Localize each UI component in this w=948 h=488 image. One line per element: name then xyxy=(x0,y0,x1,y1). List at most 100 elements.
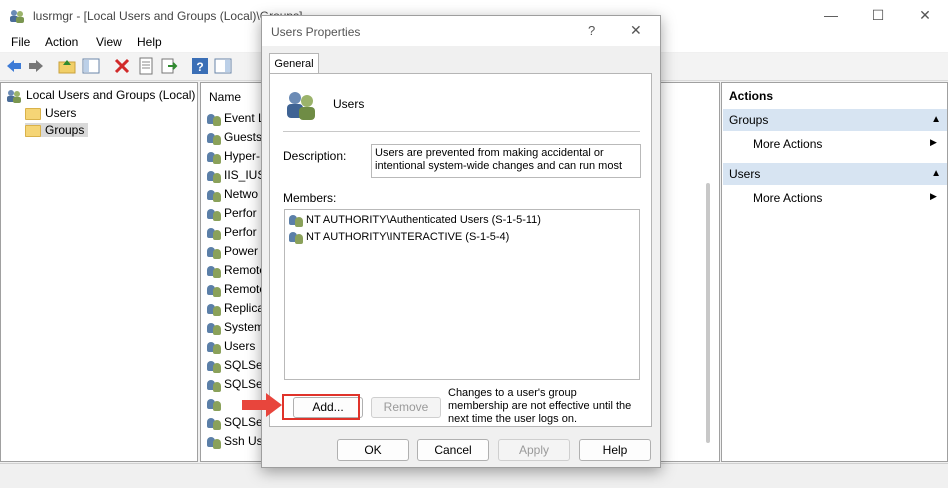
back-arrow-icon[interactable] xyxy=(5,57,23,75)
export-list-icon[interactable] xyxy=(160,57,178,75)
group-list-item[interactable]: System xyxy=(207,320,264,335)
group-list-item[interactable]: Hyper- xyxy=(207,149,260,164)
group-icon xyxy=(207,245,221,259)
menu-help[interactable]: Help xyxy=(137,35,162,49)
group-list-item[interactable]: Guests xyxy=(207,130,262,145)
maximize-button[interactable]: ☐ xyxy=(855,0,901,32)
group-list-item-label: Remote xyxy=(224,282,267,296)
group-icon xyxy=(207,321,221,335)
dialog-help-button[interactable]: ? xyxy=(588,23,595,38)
more-actions-groups[interactable]: More Actions xyxy=(753,137,822,151)
general-tab-panel: Users Description: Users are prevented f… xyxy=(269,73,652,427)
more-actions-users[interactable]: More Actions xyxy=(753,191,822,205)
actions-section-groups[interactable]: Groups ▲ xyxy=(723,109,947,131)
collapse-up-icon[interactable]: ▲ xyxy=(931,163,941,185)
group-list-item-label: System xyxy=(224,320,265,334)
help-icon[interactable]: ? xyxy=(191,57,209,75)
group-list-item[interactable]: Power xyxy=(207,244,258,259)
dialog-close-button[interactable]: ✕ xyxy=(630,22,642,39)
group-list-item[interactable]: Perfor xyxy=(207,225,257,240)
svg-text:?: ? xyxy=(196,60,203,74)
group-list-item-label: Hyper- xyxy=(224,149,261,163)
cancel-button[interactable]: Cancel xyxy=(417,439,489,461)
group-list-item[interactable]: Remote xyxy=(207,282,266,297)
dialog-title-bar: Users Properties ? ✕ xyxy=(262,16,660,46)
remove-button[interactable]: Remove xyxy=(371,397,441,418)
show-action-pane-icon[interactable] xyxy=(214,57,232,75)
tree-item-users[interactable]: Users xyxy=(25,106,76,120)
member-item-label: NT AUTHORITY\INTERACTIVE (S-1-5-4) xyxy=(306,230,510,243)
group-list-item-label: Users xyxy=(224,339,256,353)
tree-root-label: Local Users and Groups (Local) xyxy=(26,88,196,102)
group-list-item[interactable]: Users xyxy=(207,339,255,354)
group-list-item-label: Event L xyxy=(224,111,265,125)
user-group-icon xyxy=(289,213,303,227)
group-list-item[interactable]: Remote xyxy=(207,263,266,278)
delete-icon[interactable] xyxy=(113,57,131,75)
group-icon xyxy=(207,226,221,240)
menu-file[interactable]: File xyxy=(11,35,30,49)
group-icon xyxy=(207,188,221,202)
group-list-item-label: Power xyxy=(224,244,259,258)
group-list-item[interactable]: Event L xyxy=(207,111,265,126)
up-folder-icon[interactable] xyxy=(58,57,76,75)
group-icon xyxy=(207,112,221,126)
group-list-item[interactable]: Perfor xyxy=(207,206,257,221)
actions-section-users[interactable]: Users ▲ xyxy=(723,163,947,185)
column-header-name[interactable]: Name xyxy=(209,90,241,104)
ok-button[interactable]: OK xyxy=(337,439,409,461)
group-list-item-label: Perfor xyxy=(224,206,257,220)
group-list-item[interactable]: Ssh Use xyxy=(207,434,269,449)
tree-item-groups-label: Groups xyxy=(45,123,85,137)
group-list-item[interactable]: SQLSer xyxy=(207,377,267,392)
tree-item-groups[interactable]: Groups xyxy=(25,123,89,137)
group-icon xyxy=(207,264,221,278)
description-label: Description: xyxy=(283,149,347,163)
group-list-item[interactable]: Netwo xyxy=(207,187,258,202)
menu-view[interactable]: View xyxy=(96,35,122,49)
description-field[interactable]: Users are prevented from making accident… xyxy=(371,144,641,178)
members-list[interactable]: NT AUTHORITY\Authenticated Users (S-1-5-… xyxy=(284,209,640,380)
collapse-up-icon[interactable]: ▲ xyxy=(931,109,941,131)
dialog-title: Users Properties xyxy=(271,25,361,39)
group-list-item-label: Replica xyxy=(224,301,265,315)
group-icon xyxy=(207,397,221,411)
group-list-item[interactable]: Replica xyxy=(207,301,264,316)
actions-section-users-label: Users xyxy=(729,167,761,181)
list-scrollbar[interactable] xyxy=(706,183,710,443)
members-label: Members: xyxy=(283,191,337,205)
show-hide-tree-icon[interactable] xyxy=(82,57,100,75)
group-icon xyxy=(207,131,221,145)
minimize-button[interactable]: — xyxy=(808,0,854,32)
actions-pane: Actions Groups ▲ More Actions ▶ Users ▲ … xyxy=(721,82,948,462)
group-list-item-label: Perfor xyxy=(224,225,257,239)
properties-icon[interactable] xyxy=(137,57,155,75)
apply-button[interactable]: Apply xyxy=(498,439,570,461)
folder-icon xyxy=(25,124,41,137)
tree-pane: Local Users and Groups (Local) Users Gro… xyxy=(0,82,198,462)
forward-arrow-icon[interactable] xyxy=(27,57,45,75)
membership-note: Changes to a user's group membership are… xyxy=(448,387,632,425)
group-icon xyxy=(207,378,221,392)
group-list-item[interactable] xyxy=(207,396,224,411)
member-item[interactable]: NT AUTHORITY\Authenticated Users (S-1-5-… xyxy=(289,213,541,227)
menu-action[interactable]: Action xyxy=(45,35,78,49)
group-list-item[interactable]: SQLSer xyxy=(207,358,267,373)
actions-section-groups-label: Groups xyxy=(729,113,769,127)
tab-general[interactable]: General xyxy=(269,53,319,74)
help-button[interactable]: Help xyxy=(579,439,651,461)
lusrmgr-app-icon xyxy=(10,10,24,23)
group-icon xyxy=(207,359,221,373)
member-item[interactable]: NT AUTHORITY\INTERACTIVE (S-1-5-4) xyxy=(289,230,509,244)
group-list-item-label: Remote xyxy=(224,263,267,277)
submenu-arrow-icon: ▶ xyxy=(930,191,937,201)
close-window-button[interactable]: ✕ xyxy=(902,0,948,32)
separator xyxy=(283,131,640,132)
user-group-icon xyxy=(289,230,303,244)
tree-root[interactable]: Local Users and Groups (Local) xyxy=(6,88,195,103)
pointer-arrow-icon xyxy=(242,393,282,417)
member-item-label: NT AUTHORITY\Authenticated Users (S-1-5-… xyxy=(306,213,541,226)
group-list-item-label: Guests xyxy=(224,130,263,144)
group-list-item-label: Netwo xyxy=(224,187,259,201)
group-icon xyxy=(207,416,221,430)
